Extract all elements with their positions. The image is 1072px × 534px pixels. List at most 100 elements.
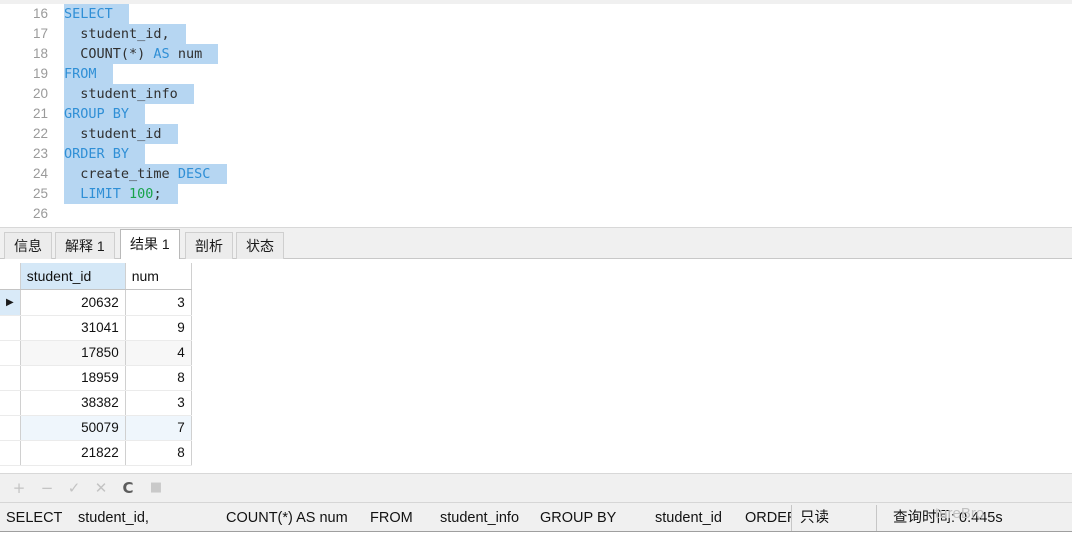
status-readonly-label: 只读 xyxy=(800,510,829,526)
code-line[interactable]: 24 create_time DESC xyxy=(0,164,1072,184)
sql-token: ; xyxy=(153,186,162,202)
line-number: 21 xyxy=(32,106,48,121)
result-grid[interactable]: student_id num ▶ 20632 3 31041 9 17850 4 18959 8… xyxy=(0,263,192,466)
status-sql-fragment: GROUP BY xyxy=(540,510,617,526)
result-grid-header: student_id num xyxy=(0,263,192,290)
sql-token: num xyxy=(169,46,203,62)
column-header-num[interactable]: num xyxy=(125,263,192,290)
cell-num[interactable]: 8 xyxy=(125,440,192,466)
cell-num[interactable]: 9 xyxy=(125,315,192,341)
code-line[interactable]: 23 ORDER BY xyxy=(0,144,1072,164)
sql-token: create_time xyxy=(80,166,178,182)
result-tab[interactable]: 剖析 xyxy=(185,232,233,259)
table-row[interactable]: 31041 9 xyxy=(0,315,192,341)
line-number: 23 xyxy=(32,146,48,161)
cell-num[interactable]: 7 xyxy=(125,415,192,441)
result-tab-label: 结果 1 xyxy=(130,236,170,252)
code-line[interactable]: 16 SELECT xyxy=(0,4,1072,24)
sql-client-window: 16 SELECT 17 student_id, 18 COUNT(*) AS n… xyxy=(0,0,1072,534)
header-row: student_id num xyxy=(0,263,192,290)
cell-student-id[interactable]: 21822 xyxy=(20,440,126,466)
table-row[interactable]: 21822 8 xyxy=(0,440,192,466)
code-line[interactable]: 17 student_id, xyxy=(0,24,1072,44)
column-header-student-id[interactable]: student_id xyxy=(20,263,126,290)
sql-token: student_info xyxy=(80,86,178,102)
sql-token: AS xyxy=(153,46,170,62)
status-sql-fragment: student_info xyxy=(440,510,520,526)
status-separator xyxy=(876,505,877,532)
code-line[interactable]: 26 xyxy=(0,204,1072,224)
table-row[interactable]: ▶ 20632 3 xyxy=(0,289,192,316)
cell-num[interactable]: 3 xyxy=(125,390,192,416)
table-row[interactable]: 38382 3 xyxy=(0,390,192,416)
status-sql-fragment: FROM xyxy=(370,510,413,526)
row-indicator-cell[interactable] xyxy=(0,315,21,341)
status-sql-fragment: student_id, xyxy=(78,510,149,526)
line-number: 24 xyxy=(32,166,48,181)
result-tab-label: 剖析 xyxy=(195,238,223,254)
cell-num[interactable]: 3 xyxy=(125,289,192,316)
cell-num[interactable]: 4 xyxy=(125,340,192,366)
stop-button[interactable]: ■ xyxy=(145,477,167,499)
cell-student-id[interactable]: 50079 xyxy=(20,415,126,441)
row-indicator-cell[interactable] xyxy=(0,390,21,416)
result-tab[interactable]: 结果 1 xyxy=(120,229,180,259)
code-line[interactable]: 19 FROM xyxy=(0,64,1072,84)
refresh-button[interactable]: C xyxy=(117,477,139,499)
result-tab-label: 状态 xyxy=(246,238,274,254)
cell-student-id[interactable]: 18959 xyxy=(20,365,126,391)
result-grid-body[interactable]: ▶ 20632 3 31041 9 17850 4 18959 8 38382 3 50079 7 218… xyxy=(0,289,192,466)
row-indicator-cell[interactable] xyxy=(0,340,21,366)
delete-record-button[interactable]: − xyxy=(36,477,58,499)
line-number: 25 xyxy=(32,186,48,201)
line-number: 22 xyxy=(32,126,48,141)
row-indicator-cell[interactable] xyxy=(0,365,21,391)
code-line[interactable]: 18 COUNT(*) AS num xyxy=(0,44,1072,64)
sql-editor[interactable]: 16 SELECT 17 student_id, 18 COUNT(*) AS n… xyxy=(0,0,1072,227)
status-bar: SELECT student_id, COUNT(*) AS num FROM stud… xyxy=(0,502,1072,534)
row-indicator-cell[interactable]: ▶ xyxy=(0,289,21,316)
code-text: student_id xyxy=(64,124,178,144)
result-tab[interactable]: 解释 1 xyxy=(55,232,115,259)
cell-student-id[interactable]: 17850 xyxy=(20,340,126,366)
row-indicator-cell[interactable] xyxy=(0,415,21,441)
sql-token: LIMIT xyxy=(80,186,130,202)
add-record-button[interactable]: + xyxy=(8,477,30,499)
code-line[interactable]: 22 student_id xyxy=(0,124,1072,144)
code-text: COUNT(*) AS num xyxy=(64,44,219,64)
cell-student-id[interactable]: 20632 xyxy=(20,289,126,316)
table-row[interactable]: 17850 4 xyxy=(0,340,192,366)
code-text: FROM xyxy=(64,64,113,84)
code-line[interactable]: 21 GROUP BY xyxy=(0,104,1072,124)
status-query-time: 查询时间: 0.445s xyxy=(893,510,1003,526)
result-tab[interactable]: 状态 xyxy=(236,232,284,259)
sql-token: COUNT(*) xyxy=(80,46,154,62)
result-grid-container[interactable]: student_id num ▶ 20632 3 31041 9 17850 4 18959 8… xyxy=(0,259,1072,474)
result-tab-label: 信息 xyxy=(14,238,42,254)
sql-token: student_id xyxy=(80,126,162,142)
result-tab-label: 解释 1 xyxy=(65,238,105,254)
code-text: LIMIT 100; xyxy=(64,184,178,204)
line-number: 18 xyxy=(32,46,48,61)
status-sql-fragment: ORDER xyxy=(745,510,791,526)
code-text: create_time DESC xyxy=(64,164,227,184)
result-tab[interactable]: 信息 xyxy=(4,232,52,259)
sql-code-area[interactable]: 16 SELECT 17 student_id, 18 COUNT(*) AS n… xyxy=(0,4,1072,227)
status-sql-fragment: COUNT(*) AS num xyxy=(226,510,348,526)
line-number: 17 xyxy=(32,26,48,41)
cell-student-id[interactable]: 31041 xyxy=(20,315,126,341)
line-number: 20 xyxy=(32,86,48,101)
sql-token: ORDER BY xyxy=(64,146,130,162)
table-row[interactable]: 50079 7 xyxy=(0,415,192,441)
code-line[interactable]: 25 LIMIT 100; xyxy=(0,184,1072,204)
line-number: 26 xyxy=(32,206,48,221)
cell-student-id[interactable]: 38382 xyxy=(20,390,126,416)
cancel-changes-button[interactable]: ✕ xyxy=(90,477,112,499)
sql-token: GROUP BY xyxy=(64,106,130,122)
line-number: 19 xyxy=(32,66,48,81)
row-indicator-cell[interactable] xyxy=(0,440,21,466)
code-line[interactable]: 20 student_info xyxy=(0,84,1072,104)
cell-num[interactable]: 8 xyxy=(125,365,192,391)
table-row[interactable]: 18959 8 xyxy=(0,365,192,391)
apply-changes-button[interactable]: ✓ xyxy=(63,477,85,499)
